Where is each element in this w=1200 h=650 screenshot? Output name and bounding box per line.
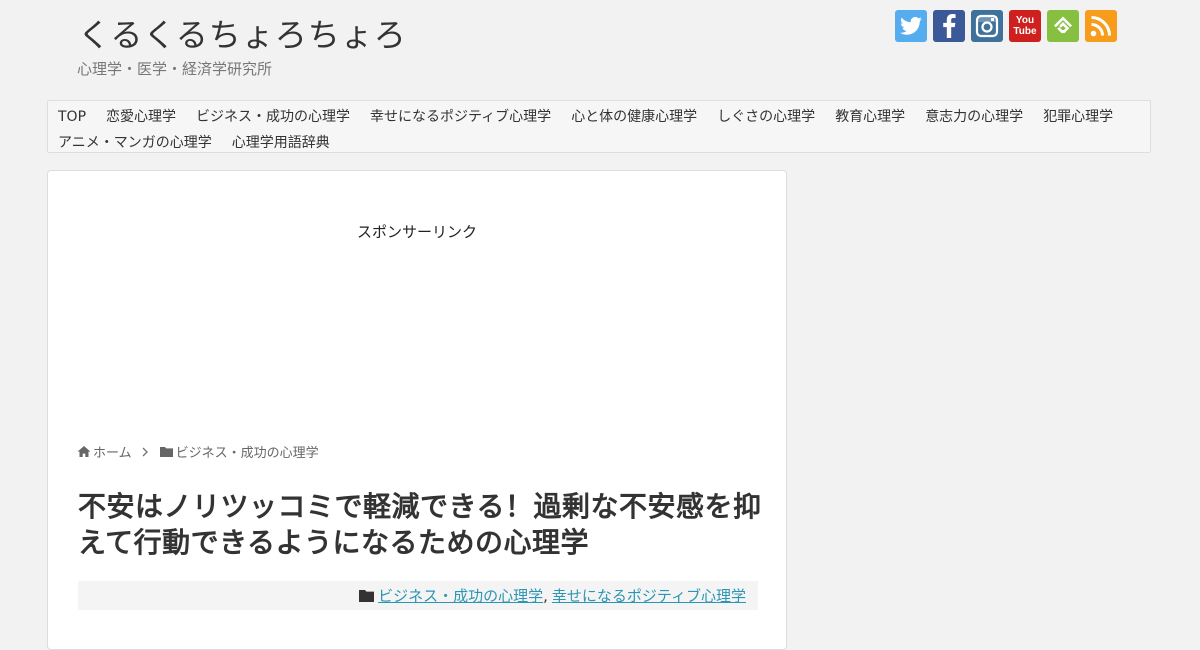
instagram-icon <box>975 14 999 38</box>
category-separator: , <box>543 586 548 605</box>
nav-item-dictionary[interactable]: 心理学用語辞典 <box>222 130 340 156</box>
social-links: You Tube <box>895 10 1117 42</box>
site-title[interactable]: くるくるちょろちょろ <box>78 10 407 56</box>
youtube-icon: You Tube <box>1013 15 1037 37</box>
site-description: 心理学・医学・経済学研究所 <box>77 60 273 78</box>
youtube-link[interactable]: You Tube <box>1009 10 1041 42</box>
feedly-link[interactable] <box>1047 10 1079 42</box>
nav-item-willpower[interactable]: 意志力の心理学 <box>915 104 1033 130</box>
breadcrumb-category[interactable]: ビジネス・成功の心理学 <box>176 442 319 461</box>
ad-space[interactable] <box>78 251 756 421</box>
nav-item-top[interactable]: TOP <box>48 104 96 130</box>
nav-item-business[interactable]: ビジネス・成功の心理学 <box>186 104 360 130</box>
nav-item-education[interactable]: 教育心理学 <box>825 104 915 130</box>
category-link-positive[interactable]: 幸せになるポジティブ心理学 <box>552 585 746 606</box>
folder-icon <box>159 446 173 457</box>
article-title: 不安はノリツッコミで軽減できる！過剰な不安感を抑えて行動できるようになるための心… <box>78 490 762 559</box>
sponsor-label: スポンサーリンク <box>356 223 477 241</box>
instagram-link[interactable] <box>971 10 1003 42</box>
chevron-right-icon <box>142 447 148 457</box>
rss-link[interactable] <box>1085 10 1117 42</box>
nav-item-romance[interactable]: 恋愛心理学 <box>96 104 186 130</box>
nav-item-gesture[interactable]: しぐさの心理学 <box>707 104 825 130</box>
feedly-icon <box>1054 16 1072 34</box>
breadcrumb: ホーム ビジネス・成功の心理学 <box>78 442 319 461</box>
nav-item-crime[interactable]: 犯罪心理学 <box>1033 104 1123 130</box>
nav-item-anime[interactable]: アニメ・マンガの心理学 <box>48 130 222 156</box>
main-content: スポンサーリンク ホーム ビジネス・成功の心理学 不安はノリツッコミで軽減できる… <box>47 170 787 650</box>
breadcrumb-home[interactable]: ホーム <box>93 442 132 461</box>
twitter-link[interactable] <box>895 10 927 42</box>
category-bar: ビジネス・成功の心理学 , 幸せになるポジティブ心理学 <box>78 581 758 610</box>
facebook-icon <box>943 14 956 38</box>
nav-item-health[interactable]: 心と体の健康心理学 <box>561 104 707 130</box>
rss-icon <box>1090 16 1111 37</box>
facebook-link[interactable] <box>933 10 965 42</box>
nav-row-2: アニメ・マンガの心理学 心理学用語辞典 <box>48 130 1150 156</box>
home-icon <box>78 446 90 457</box>
folder-icon <box>359 589 375 602</box>
nav-row-1: TOP 恋愛心理学 ビジネス・成功の心理学 幸せになるポジティブ心理学 心と体の… <box>48 104 1150 130</box>
category-link-business[interactable]: ビジネス・成功の心理学 <box>378 585 543 606</box>
nav-item-positive[interactable]: 幸せになるポジティブ心理学 <box>360 104 561 130</box>
twitter-icon <box>900 16 922 35</box>
main-navigation: TOP 恋愛心理学 ビジネス・成功の心理学 幸せになるポジティブ心理学 心と体の… <box>47 100 1151 153</box>
